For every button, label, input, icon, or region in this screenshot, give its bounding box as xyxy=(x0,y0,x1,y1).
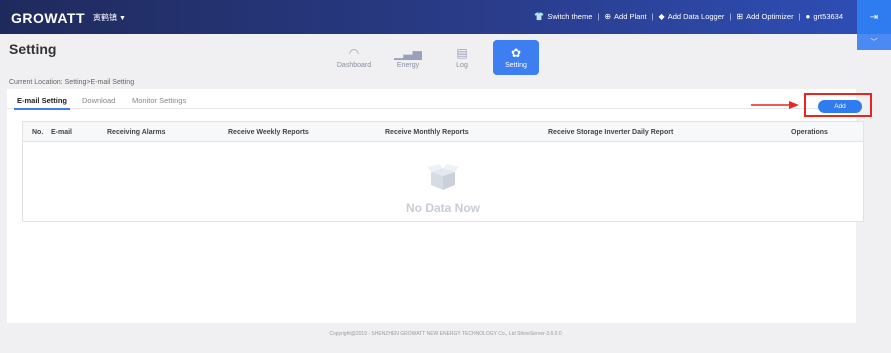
col-email[interactable]: E-mail xyxy=(51,129,72,136)
breadcrumb: Current Location: Setting>E-mail Setting xyxy=(9,79,135,86)
col-no[interactable]: No. xyxy=(32,129,43,136)
main-nav: ◠ Dashboard ▁▃▅ Energy ▤ Log ✿ Setting xyxy=(331,40,539,75)
nav-energy[interactable]: ▁▃▅ Energy xyxy=(385,40,431,75)
gear-icon: ✿ xyxy=(510,45,522,60)
page-title: Setting xyxy=(9,41,57,57)
divider: | xyxy=(651,12,654,21)
add-button[interactable]: Add xyxy=(818,100,862,113)
plant-select-label: 寅鹤镇 xyxy=(93,13,117,22)
shirt-icon: 👕 xyxy=(534,12,545,21)
plus-circle-icon: ⊕ xyxy=(604,12,612,21)
chevron-down-icon: ﹀ xyxy=(870,39,878,46)
growatt-logo[interactable]: GROWATT xyxy=(11,10,85,26)
col-operations[interactable]: Operations xyxy=(791,129,828,136)
tab-monitor-settings[interactable]: Monitor Settings xyxy=(132,96,186,105)
add-optimizer-label: Add Optimizer xyxy=(746,12,794,21)
switch-theme-link[interactable]: 👕 Switch theme xyxy=(534,12,592,21)
datalogger-icon: ◆ xyxy=(658,12,665,21)
add-plant-label: Add Plant xyxy=(614,12,647,21)
user-icon: ● xyxy=(805,12,811,21)
subtabs: E-mail Setting Download Monitor Settings xyxy=(7,89,856,110)
tab-download[interactable]: Download xyxy=(82,96,115,105)
nav-dashboard[interactable]: ◠ Dashboard xyxy=(331,40,377,75)
logout-icon: ⇥ xyxy=(869,11,879,23)
nav-setting-label: Setting xyxy=(505,61,527,69)
optimizer-icon: ⊞ xyxy=(736,12,744,21)
nav-dashboard-label: Dashboard xyxy=(336,61,372,69)
empty-box-icon xyxy=(427,164,459,190)
switch-theme-label: Switch theme xyxy=(547,12,593,21)
user-menu[interactable]: ● grt53634 xyxy=(806,12,843,21)
add-data-logger-link[interactable]: ◆ Add Data Logger xyxy=(659,12,725,21)
col-weekly-reports[interactable]: Receive Weekly Reports xyxy=(228,129,309,136)
add-optimizer-link[interactable]: ⊞ Add Optimizer xyxy=(736,12,793,21)
nav-log[interactable]: ▤ Log xyxy=(439,40,485,75)
logout-button[interactable]: ⇥ xyxy=(857,0,891,34)
footer-copyright: Copyright@2019 - SHENZHEN GROWATT NEW EN… xyxy=(329,331,562,337)
top-actions: 👕 Switch theme | ⊕ Add Plant | ◆ Add Data L… xyxy=(534,12,843,21)
document-icon: ▤ xyxy=(456,45,468,60)
empty-state: No Data Now xyxy=(23,142,863,222)
top-bar: GROWATT 寅鹤镇 ▼ 👕 Switch theme | ⊕ Add Plant … xyxy=(0,0,891,34)
collapse-toggle[interactable]: ﹀ xyxy=(857,34,891,50)
nav-setting[interactable]: ✿ Setting xyxy=(493,40,539,75)
bar-chart-icon: ▁▃▅ xyxy=(394,45,422,60)
empty-message: No Data Now xyxy=(405,201,480,215)
arrow-right-icon xyxy=(751,101,799,109)
divider: | xyxy=(798,12,801,21)
nav-log-label: Log xyxy=(456,61,468,69)
caret-down-icon: ▼ xyxy=(119,15,126,22)
col-monthly-reports[interactable]: Receive Monthly Reports xyxy=(385,129,469,136)
col-storage-daily-report[interactable]: Receive Storage Inverter Daily Report xyxy=(548,129,673,136)
tab-email-setting[interactable]: E-mail Setting xyxy=(13,96,71,110)
gauge-icon: ◠ xyxy=(348,45,360,60)
email-table: No. E-mail Receiving Alarms Receive Week… xyxy=(22,121,864,222)
table-header: No. E-mail Receiving Alarms Receive Week… xyxy=(23,122,863,142)
divider: | xyxy=(729,12,732,21)
username-label: grt53634 xyxy=(813,12,843,21)
col-receiving-alarms[interactable]: Receiving Alarms xyxy=(107,129,166,136)
nav-energy-label: Energy xyxy=(396,61,420,69)
divider: | xyxy=(597,12,600,21)
plant-select[interactable]: 寅鹤镇 ▼ xyxy=(93,12,126,23)
add-data-logger-label: Add Data Logger xyxy=(667,12,725,21)
add-plant-link[interactable]: ⊕ Add Plant xyxy=(604,12,646,21)
